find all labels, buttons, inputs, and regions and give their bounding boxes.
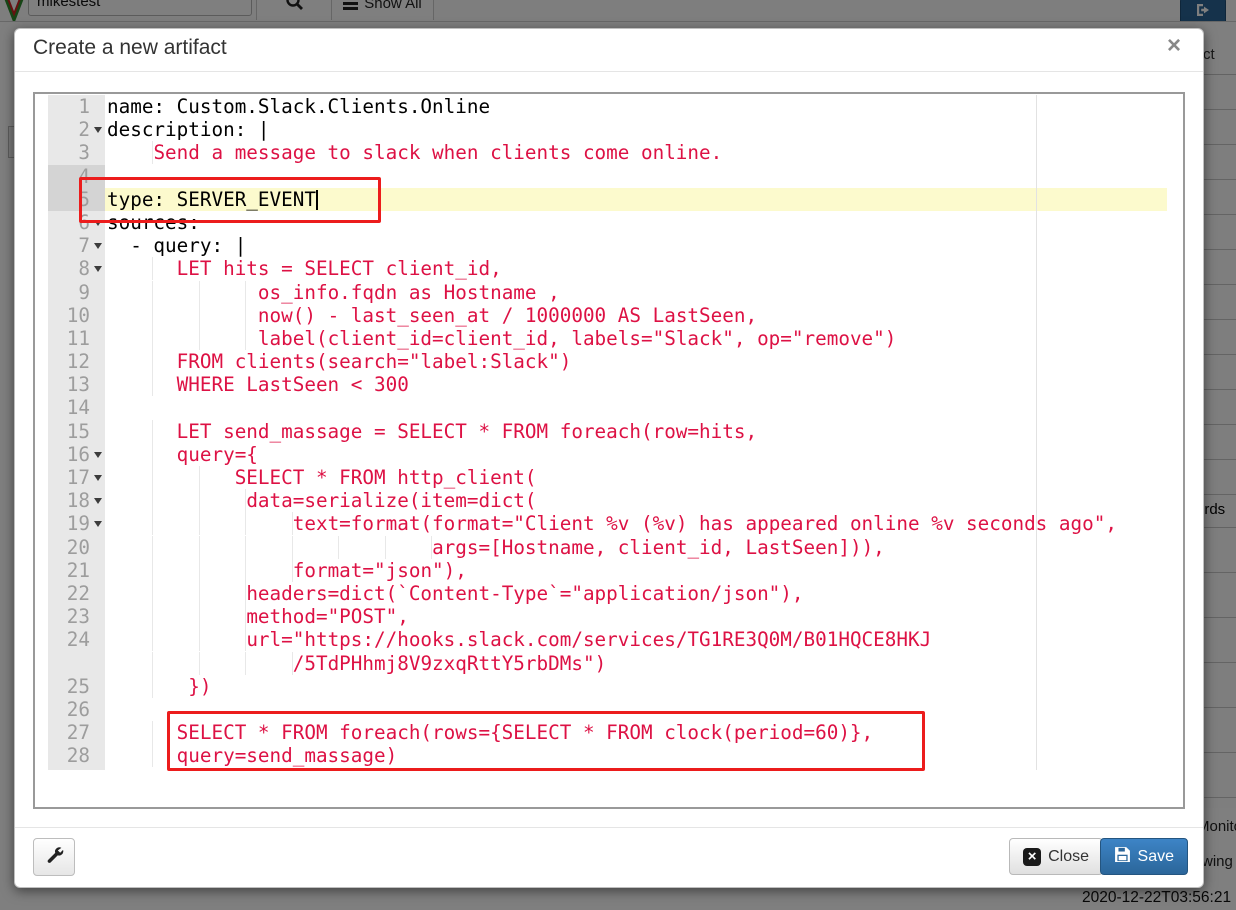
fold-caret-icon[interactable] [94, 243, 102, 249]
gutter-line-number: 27 [48, 721, 105, 744]
gutter-line-number: 14 [48, 396, 105, 419]
code-line: name: Custom.Slack.Clients.Online [105, 95, 1167, 118]
gutter-line-number: 4 [48, 165, 105, 188]
code-line: SELECT * FROM foreach(rows={SELECT * FRO… [105, 721, 1167, 744]
code-line: FROM clients(search="label:Slack") [105, 350, 1167, 373]
code-line: args=[Hostname, client_id, LastSeen])), [105, 536, 1167, 559]
close-button-label: Close [1048, 848, 1089, 866]
code-line: headers=dict(`Content-Type`="application… [105, 582, 1167, 605]
gutter-line-number: 9 [48, 281, 105, 304]
gutter-line-number: 28 [48, 744, 105, 767]
settings-wrench-button[interactable] [33, 838, 75, 876]
gutter-line-number: 26 [48, 698, 105, 721]
code-line: WHERE LastSeen < 300 [105, 373, 1167, 396]
code-line: format="json"), [105, 559, 1167, 582]
gutter-line-number: 21 [48, 559, 105, 582]
code-line [105, 396, 1167, 419]
code-line: - query: | [105, 234, 1167, 257]
code-line: LET hits = SELECT client_id, [105, 257, 1167, 280]
code-line: url="https://hooks.slack.com/services/TG… [105, 628, 1167, 651]
fold-caret-icon[interactable] [94, 521, 102, 527]
save-button-label: Save [1138, 848, 1174, 866]
gutter-line-number: 24 [48, 628, 105, 651]
gutter-line-number: 19 [48, 512, 105, 535]
code-line: data=serialize(item=dict( [105, 489, 1167, 512]
code-line: description: | [105, 118, 1167, 141]
ace-editor[interactable]: 1234567891011121314151617181920212223242… [35, 94, 1183, 770]
code-line: sources: [105, 211, 1167, 234]
gutter-line-number: 1 [48, 95, 105, 118]
code-line: Send a message to slack when clients com… [105, 141, 1167, 164]
gutter-line-number: 2 [48, 118, 105, 141]
code-line: type: SERVER_EVENT [105, 188, 1167, 211]
modal-footer: × Close Save [15, 827, 1203, 887]
gutter-line-number: 25 [48, 675, 105, 698]
code-line [105, 698, 1167, 721]
code-line: now() - last_seen_at / 1000000 AS LastSe… [105, 304, 1167, 327]
gutter-line-number [48, 652, 105, 675]
code-line [105, 165, 1167, 188]
gutter-line-number: 13 [48, 373, 105, 396]
gutter-line-number: 6 [48, 211, 105, 234]
fold-caret-icon[interactable] [94, 220, 102, 226]
fold-caret-icon[interactable] [94, 475, 102, 481]
gutter-line-number: 7 [48, 234, 105, 257]
gutter-line-number: 18 [48, 489, 105, 512]
modal-title: Create a new artifact [33, 36, 227, 60]
code-line: SELECT * FROM http_client( [105, 466, 1167, 489]
gutter-line-number: 22 [48, 582, 105, 605]
gutter-line-number: 15 [48, 420, 105, 443]
code-line: }) [105, 675, 1167, 698]
wrench-icon [45, 845, 64, 869]
print-margin-line [1036, 95, 1037, 770]
close-button[interactable]: × Close [1009, 838, 1103, 875]
gutter-line-number: 10 [48, 304, 105, 327]
gutter-line-number: 12 [48, 350, 105, 373]
modal-header: Create a new artifact × [15, 29, 1203, 72]
gutter-line-number: 16 [48, 443, 105, 466]
gutter-line-number: 17 [48, 466, 105, 489]
gutter-line-number: 11 [48, 327, 105, 350]
code-line: method="POST", [105, 605, 1167, 628]
fold-caret-icon[interactable] [94, 266, 102, 272]
code-line: os_info.fqdn as Hostname , [105, 281, 1167, 304]
gutter-line-number: 23 [48, 605, 105, 628]
fold-caret-icon[interactable] [94, 127, 102, 133]
code-line: /5TdPHhmj8V9zxqRttY5rbDMs") [105, 652, 1167, 675]
code-line: query=send_massage) [105, 744, 1167, 767]
gutter-line-number: 8 [48, 257, 105, 280]
gutter-line-number: 20 [48, 536, 105, 559]
code-line: text=format(format="Client %v (%v) has a… [105, 512, 1167, 535]
close-icon[interactable]: × [1161, 30, 1187, 62]
code-line: query={ [105, 443, 1167, 466]
gutter-line-number: 3 [48, 141, 105, 164]
code-line: LET send_massage = SELECT * FROM foreach… [105, 420, 1167, 443]
floppy-disk-icon [1114, 846, 1131, 868]
artifact-code-editor[interactable]: 1234567891011121314151617181920212223242… [33, 92, 1185, 809]
create-artifact-modal: Create a new artifact × 1234567891011121… [14, 28, 1204, 888]
fold-caret-icon[interactable] [94, 452, 102, 458]
editor-code-area[interactable]: name: Custom.Slack.Clients.Onlinedescrip… [105, 95, 1167, 770]
save-button[interactable]: Save [1100, 838, 1188, 875]
editor-gutter[interactable]: 1234567891011121314151617181920212223242… [48, 95, 105, 770]
text-cursor [316, 190, 318, 210]
gutter-line-number: 5 [48, 188, 105, 211]
close-square-icon: × [1023, 848, 1041, 866]
code-line: label(client_id=client_id, labels="Slack… [105, 327, 1167, 350]
fold-caret-icon[interactable] [94, 498, 102, 504]
